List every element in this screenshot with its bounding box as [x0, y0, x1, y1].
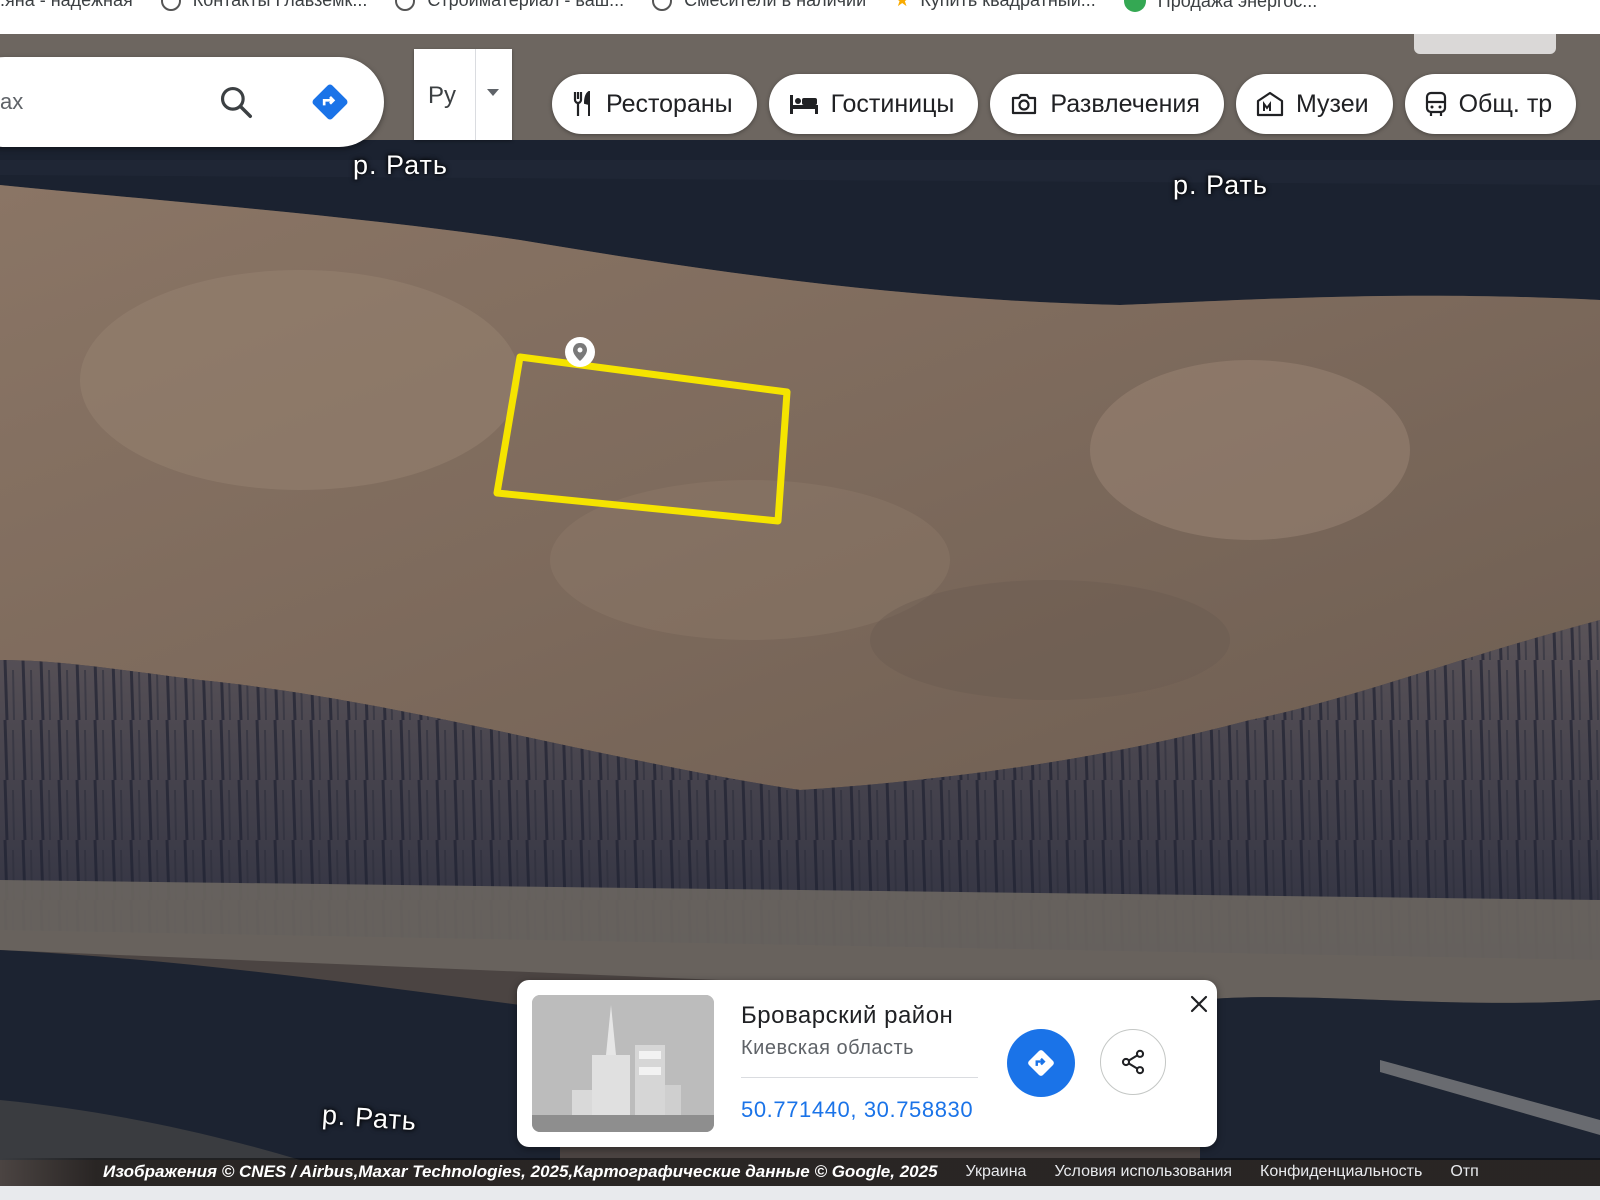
museum-icon — [1256, 91, 1284, 117]
language-selector[interactable]: Ру — [414, 49, 512, 140]
directions-button[interactable] — [1007, 1029, 1075, 1097]
star-icon: ★ — [894, 0, 911, 10]
directions-icon[interactable] — [310, 82, 350, 122]
map-footer: Изображения © CNES / Airbus,Maxar Techno… — [0, 1158, 1600, 1186]
river-label: р. Рать — [321, 1099, 418, 1137]
search-icon[interactable] — [217, 83, 255, 121]
green-dot-icon — [1123, 0, 1146, 12]
chip-restaurants[interactable]: Рестораны — [552, 74, 757, 134]
search-input[interactable]: ах — [0, 89, 23, 115]
place-thumbnail[interactable] — [532, 995, 714, 1132]
search-box[interactable]: ах — [0, 57, 384, 147]
restaurant-icon — [573, 91, 590, 116]
camera-icon — [1012, 93, 1037, 115]
coordinates-link[interactable]: 50.771440, 30.758830 — [741, 1097, 973, 1123]
directions-icon — [1028, 1050, 1054, 1076]
river-label: р. Рать — [1173, 170, 1268, 200]
place-subtitle: Киевская область — [741, 1037, 915, 1059]
bookmark-item[interactable]: Контакты Главземк... — [160, 0, 367, 11]
imagery-attribution: Изображения © CNES / Airbus,Maxar Techno… — [103, 1162, 938, 1181]
bottom-strip — [0, 1186, 1600, 1200]
place-title: Броварский район — [741, 1002, 954, 1029]
bookmark-item[interactable]: ...яна - надежная — [0, 0, 133, 11]
transit-icon — [1425, 91, 1446, 116]
divider — [475, 49, 476, 140]
building-illustration-icon — [532, 995, 714, 1132]
globe-icon — [160, 0, 181, 11]
bookmark-item[interactable]: Продажа энергос... — [1123, 0, 1317, 12]
bookmarks-bar: ...яна - надежная Контакты Главземк... С… — [0, 0, 1600, 34]
globe-icon — [395, 0, 416, 11]
close-icon[interactable] — [1187, 992, 1211, 1016]
chevron-down-icon[interactable] — [487, 89, 499, 96]
chip-hotels[interactable]: Гостиницы — [768, 74, 979, 134]
footer-link-country[interactable]: Украина — [966, 1163, 1027, 1181]
imagery-badge — [1414, 34, 1556, 54]
globe-icon — [652, 0, 673, 11]
place-card[interactable]: Броварский район Киевская область 50.771… — [517, 980, 1217, 1147]
chip-entertainment[interactable]: Развлечения — [990, 74, 1224, 134]
bookmark-item[interactable]: Стройматериал - ваш... — [395, 0, 624, 11]
chip-transit[interactable]: Общ. тр — [1404, 74, 1577, 134]
bookmark-item[interactable]: ★ Купить квадратный... — [894, 0, 1096, 11]
hotel-icon — [789, 95, 818, 114]
language-value: Ру — [428, 82, 457, 109]
footer-link-terms[interactable]: Условия использования — [1054, 1163, 1232, 1181]
footer-link-feedback[interactable]: Отп — [1450, 1163, 1478, 1181]
river-label: р. Рать — [353, 150, 448, 180]
category-chips: Рестораны Гостиницы Развлечения Музеи Об… — [552, 74, 1577, 134]
share-icon — [1121, 1049, 1145, 1075]
river-bottom-right — [1200, 997, 1600, 1160]
divider — [741, 1077, 978, 1078]
footer-link-privacy[interactable]: Конфиденциальность — [1260, 1163, 1422, 1181]
bookmark-item[interactable]: Смесители в наличии — [652, 0, 866, 11]
chip-museums[interactable]: Музеи — [1235, 74, 1393, 134]
location-pin-icon — [565, 337, 595, 367]
share-button[interactable] — [1100, 1029, 1166, 1095]
